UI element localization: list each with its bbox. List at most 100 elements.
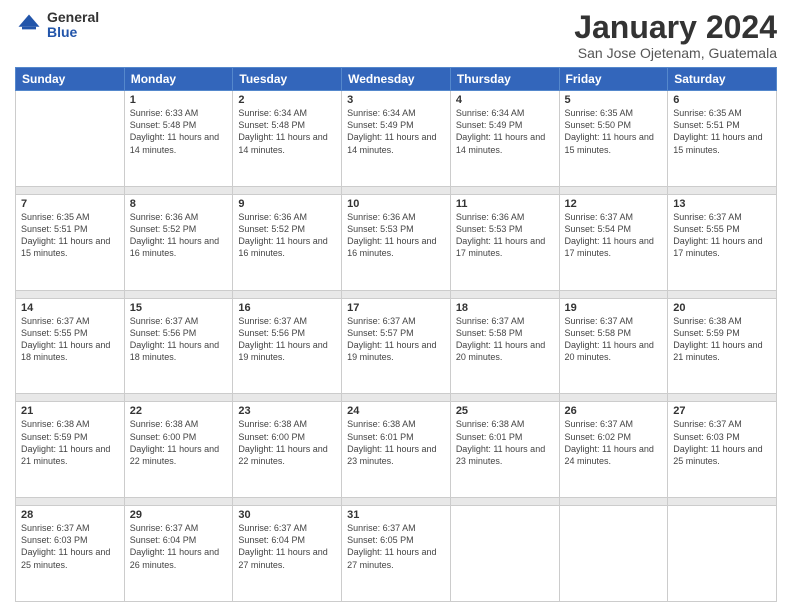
day-info: Sunrise: 6:38 AM Sunset: 6:00 PM Dayligh…: [130, 418, 228, 467]
week-row-3: 14Sunrise: 6:37 AM Sunset: 5:55 PM Dayli…: [16, 298, 777, 394]
separator-cell: [668, 290, 777, 298]
weekday-header-row: Sunday Monday Tuesday Wednesday Thursday…: [16, 68, 777, 91]
calendar-cell: 1Sunrise: 6:33 AM Sunset: 5:48 PM Daylig…: [124, 91, 233, 187]
calendar-cell: [16, 91, 125, 187]
title-block: January 2024 San Jose Ojetenam, Guatemal…: [574, 10, 777, 61]
day-number: 30: [238, 509, 336, 521]
separator-cell: [342, 290, 451, 298]
separator-cell: [668, 498, 777, 506]
header-wednesday: Wednesday: [342, 68, 451, 91]
separator-cell: [342, 498, 451, 506]
calendar-cell: 7Sunrise: 6:35 AM Sunset: 5:51 PM Daylig…: [16, 194, 125, 290]
separator-cell: [233, 394, 342, 402]
day-number: 11: [456, 198, 554, 210]
location-subtitle: San Jose Ojetenam, Guatemala: [574, 45, 777, 61]
day-number: 8: [130, 198, 228, 210]
separator-cell: [342, 394, 451, 402]
day-info: Sunrise: 6:37 AM Sunset: 5:56 PM Dayligh…: [238, 315, 336, 364]
day-number: 13: [673, 198, 771, 210]
separator-cell: [124, 290, 233, 298]
calendar-cell: 28Sunrise: 6:37 AM Sunset: 6:03 PM Dayli…: [16, 506, 125, 602]
day-info: Sunrise: 6:34 AM Sunset: 5:48 PM Dayligh…: [238, 107, 336, 156]
day-number: 25: [456, 405, 554, 417]
day-info: Sunrise: 6:35 AM Sunset: 5:50 PM Dayligh…: [565, 107, 663, 156]
separator-row-1: [16, 186, 777, 194]
calendar-cell: 12Sunrise: 6:37 AM Sunset: 5:54 PM Dayli…: [559, 194, 668, 290]
calendar-cell: 29Sunrise: 6:37 AM Sunset: 6:04 PM Dayli…: [124, 506, 233, 602]
day-number: 31: [347, 509, 445, 521]
separator-cell: [16, 290, 125, 298]
day-info: Sunrise: 6:37 AM Sunset: 5:55 PM Dayligh…: [673, 211, 771, 260]
header: General Blue January 2024 San Jose Ojete…: [15, 10, 777, 61]
week-row-1: 1Sunrise: 6:33 AM Sunset: 5:48 PM Daylig…: [16, 91, 777, 187]
calendar-cell: 21Sunrise: 6:38 AM Sunset: 5:59 PM Dayli…: [16, 402, 125, 498]
day-info: Sunrise: 6:34 AM Sunset: 5:49 PM Dayligh…: [347, 107, 445, 156]
calendar-cell: 23Sunrise: 6:38 AM Sunset: 6:00 PM Dayli…: [233, 402, 342, 498]
day-info: Sunrise: 6:38 AM Sunset: 5:59 PM Dayligh…: [21, 418, 119, 467]
day-number: 10: [347, 198, 445, 210]
day-number: 20: [673, 302, 771, 314]
day-number: 28: [21, 509, 119, 521]
day-info: Sunrise: 6:37 AM Sunset: 6:03 PM Dayligh…: [673, 418, 771, 467]
month-title: January 2024: [574, 10, 777, 45]
day-number: 22: [130, 405, 228, 417]
calendar-cell: [559, 506, 668, 602]
logo: General Blue: [15, 10, 99, 41]
day-info: Sunrise: 6:34 AM Sunset: 5:49 PM Dayligh…: [456, 107, 554, 156]
day-info: Sunrise: 6:37 AM Sunset: 6:04 PM Dayligh…: [238, 522, 336, 571]
day-number: 24: [347, 405, 445, 417]
calendar-cell: 31Sunrise: 6:37 AM Sunset: 6:05 PM Dayli…: [342, 506, 451, 602]
separator-cell: [124, 394, 233, 402]
separator-cell: [16, 186, 125, 194]
calendar-cell: [450, 506, 559, 602]
day-number: 4: [456, 94, 554, 106]
day-number: 19: [565, 302, 663, 314]
calendar-cell: 10Sunrise: 6:36 AM Sunset: 5:53 PM Dayli…: [342, 194, 451, 290]
header-monday: Monday: [124, 68, 233, 91]
day-info: Sunrise: 6:37 AM Sunset: 5:55 PM Dayligh…: [21, 315, 119, 364]
header-friday: Friday: [559, 68, 668, 91]
day-number: 6: [673, 94, 771, 106]
calendar-cell: 11Sunrise: 6:36 AM Sunset: 5:53 PM Dayli…: [450, 194, 559, 290]
separator-cell: [450, 186, 559, 194]
calendar-cell: 22Sunrise: 6:38 AM Sunset: 6:00 PM Dayli…: [124, 402, 233, 498]
day-info: Sunrise: 6:38 AM Sunset: 6:01 PM Dayligh…: [347, 418, 445, 467]
separator-cell: [559, 290, 668, 298]
day-info: Sunrise: 6:38 AM Sunset: 6:01 PM Dayligh…: [456, 418, 554, 467]
separator-cell: [233, 290, 342, 298]
separator-cell: [668, 186, 777, 194]
day-number: 27: [673, 405, 771, 417]
separator-row-2: [16, 290, 777, 298]
week-row-2: 7Sunrise: 6:35 AM Sunset: 5:51 PM Daylig…: [16, 194, 777, 290]
day-number: 29: [130, 509, 228, 521]
separator-cell: [559, 394, 668, 402]
separator-cell: [124, 498, 233, 506]
calendar-cell: 16Sunrise: 6:37 AM Sunset: 5:56 PM Dayli…: [233, 298, 342, 394]
day-info: Sunrise: 6:33 AM Sunset: 5:48 PM Dayligh…: [130, 107, 228, 156]
day-number: 5: [565, 94, 663, 106]
separator-cell: [668, 394, 777, 402]
header-sunday: Sunday: [16, 68, 125, 91]
calendar-cell: 26Sunrise: 6:37 AM Sunset: 6:02 PM Dayli…: [559, 402, 668, 498]
day-info: Sunrise: 6:37 AM Sunset: 6:05 PM Dayligh…: [347, 522, 445, 571]
header-thursday: Thursday: [450, 68, 559, 91]
day-number: 14: [21, 302, 119, 314]
day-info: Sunrise: 6:37 AM Sunset: 6:04 PM Dayligh…: [130, 522, 228, 571]
logo-text: General Blue: [47, 10, 99, 41]
day-info: Sunrise: 6:37 AM Sunset: 5:56 PM Dayligh…: [130, 315, 228, 364]
day-number: 21: [21, 405, 119, 417]
day-info: Sunrise: 6:36 AM Sunset: 5:52 PM Dayligh…: [238, 211, 336, 260]
separator-cell: [342, 186, 451, 194]
day-info: Sunrise: 6:36 AM Sunset: 5:53 PM Dayligh…: [456, 211, 554, 260]
day-number: 2: [238, 94, 336, 106]
day-number: 1: [130, 94, 228, 106]
calendar-cell: 14Sunrise: 6:37 AM Sunset: 5:55 PM Dayli…: [16, 298, 125, 394]
header-tuesday: Tuesday: [233, 68, 342, 91]
separator-cell: [16, 498, 125, 506]
logo-icon: [15, 11, 43, 39]
day-info: Sunrise: 6:37 AM Sunset: 5:57 PM Dayligh…: [347, 315, 445, 364]
separator-cell: [450, 394, 559, 402]
day-number: 12: [565, 198, 663, 210]
separator-cell: [559, 498, 668, 506]
day-info: Sunrise: 6:37 AM Sunset: 6:03 PM Dayligh…: [21, 522, 119, 571]
